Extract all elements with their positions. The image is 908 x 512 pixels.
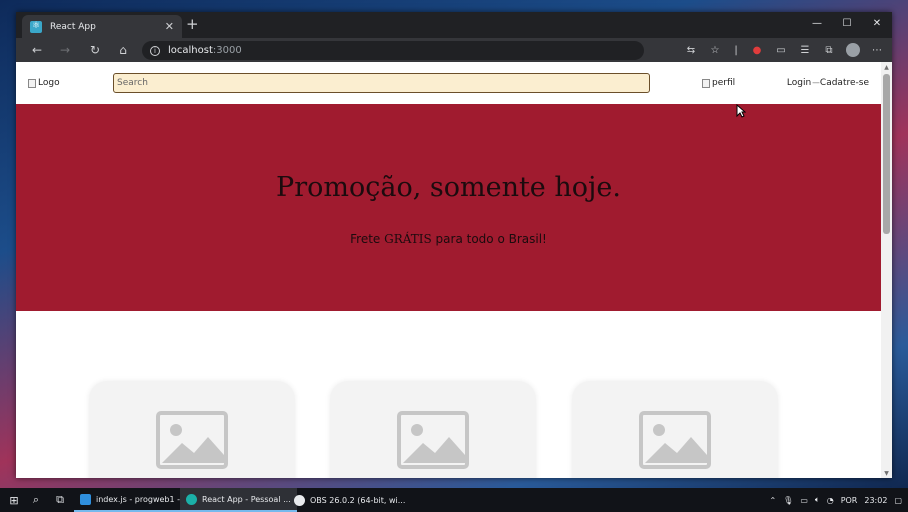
broken-image-icon bbox=[28, 78, 36, 88]
extension-record-icon[interactable]: ● bbox=[750, 41, 764, 59]
extension-icon[interactable]: ▭ bbox=[774, 41, 788, 59]
taskbar-app-label: React App - Pessoal ... bbox=[202, 494, 291, 504]
profile-image[interactable]: perfil bbox=[702, 78, 735, 88]
toolbar-right-icons: ⇆ ☆ | ● ▭ ☰ ⧉ ⋯ bbox=[684, 41, 884, 59]
network-icon[interactable]: ◔ bbox=[827, 496, 834, 505]
close-tab-icon[interactable]: ✕ bbox=[165, 21, 174, 32]
favorites-list-icon[interactable]: ☰ bbox=[798, 41, 812, 59]
logo[interactable]: Logo bbox=[28, 78, 60, 88]
scroll-up-icon[interactable]: ▲ bbox=[881, 62, 892, 72]
reload-icon[interactable]: ↻ bbox=[86, 41, 104, 59]
home-icon[interactable]: ⌂ bbox=[114, 41, 132, 59]
image-placeholder-icon bbox=[156, 411, 228, 469]
more-menu-icon[interactable]: ⋯ bbox=[870, 41, 884, 59]
translate-icon[interactable]: ⇆ bbox=[684, 41, 698, 59]
image-placeholder-icon bbox=[639, 411, 711, 469]
auth-separator: --- bbox=[812, 78, 820, 88]
scroll-thumb[interactable] bbox=[883, 74, 890, 234]
scroll-down-icon[interactable]: ▼ bbox=[881, 468, 892, 478]
promo-emphasis: GRÁTIS bbox=[384, 232, 432, 246]
task-view-icon[interactable]: ⧉ bbox=[52, 492, 68, 508]
mouse-cursor-icon bbox=[736, 104, 746, 118]
address-bar[interactable]: i localhost:3000 bbox=[142, 41, 644, 60]
taskbar: ⊞ ⌕ ⧉ index.js - progweb1 - ... React Ap… bbox=[0, 488, 908, 512]
volume-icon[interactable]: 🔈︎ bbox=[815, 495, 820, 505]
product-card[interactable] bbox=[330, 381, 536, 478]
promo-banner: Promoção, somente hoje. Frete GRÁTIS par… bbox=[16, 104, 881, 311]
promo-subtitle: Frete GRÁTIS para todo o Brasil! bbox=[350, 232, 547, 246]
product-card[interactable] bbox=[572, 381, 778, 478]
search-icon[interactable]: ⌕ bbox=[28, 492, 44, 508]
forward-icon[interactable]: → bbox=[56, 41, 74, 59]
battery-icon[interactable]: ▭ bbox=[800, 496, 808, 505]
url-text: localhost:3000 bbox=[168, 45, 242, 56]
favorite-star-icon[interactable]: ☆ bbox=[708, 41, 722, 59]
clock[interactable]: 23:02 bbox=[864, 496, 887, 505]
image-placeholder-icon bbox=[397, 411, 469, 469]
browser-titlebar: ⚛ React App ✕ + — ☐ ✕ bbox=[16, 12, 892, 38]
taskbar-app-label: OBS 26.0.2 (64-bit, wi... bbox=[310, 495, 406, 505]
page-viewport: Logo perfil Login --- Cadatre-se Promoçã… bbox=[16, 62, 892, 478]
windows-start-icon[interactable]: ⊞ bbox=[6, 492, 22, 508]
profile-icon[interactable] bbox=[846, 41, 860, 59]
product-card[interactable] bbox=[89, 381, 295, 478]
info-icon[interactable]: i bbox=[150, 45, 160, 56]
edge-icon bbox=[186, 493, 197, 505]
promo-title: Promoção, somente hoje. bbox=[276, 172, 621, 203]
minimize-button[interactable]: — bbox=[802, 12, 832, 34]
new-tab-button[interactable]: + bbox=[186, 17, 199, 32]
auth-links: Login --- Cadatre-se bbox=[787, 78, 869, 88]
browser-toolbar: ← → ↻ ⌂ i localhost:3000 ⇆ ☆ | ● ▭ ☰ ⧉ ⋯ bbox=[16, 38, 892, 62]
microphone-icon[interactable]: 🎙︎ bbox=[783, 496, 793, 505]
obs-icon bbox=[294, 494, 305, 506]
taskbar-app-label: index.js - progweb1 - ... bbox=[96, 494, 191, 504]
logo-alt-text: Logo bbox=[38, 78, 60, 88]
tab-title: React App bbox=[50, 21, 96, 32]
language-indicator[interactable]: POR bbox=[841, 496, 858, 505]
taskbar-app-edge[interactable]: React App - Pessoal ... bbox=[180, 488, 297, 512]
signup-link[interactable]: Cadatre-se bbox=[820, 78, 869, 88]
back-icon[interactable]: ← bbox=[28, 41, 46, 59]
notifications-icon[interactable]: ▢ bbox=[894, 496, 902, 505]
page-scrollbar[interactable]: ▲ ▼ bbox=[881, 62, 892, 478]
system-tray: ⌃ 🎙︎ ▭ 🔈︎ ◔ POR 23:02 ▢ bbox=[769, 488, 902, 512]
close-window-button[interactable]: ✕ bbox=[862, 12, 892, 34]
maximize-button[interactable]: ☐ bbox=[832, 12, 862, 34]
vscode-icon bbox=[80, 493, 91, 505]
login-link[interactable]: Login bbox=[787, 78, 811, 88]
window-controls: — ☐ ✕ bbox=[802, 12, 892, 34]
search-input[interactable] bbox=[113, 73, 650, 93]
product-cards bbox=[16, 311, 881, 478]
browser-tab[interactable]: ⚛ React App ✕ bbox=[22, 15, 182, 38]
collections-icon[interactable]: ⧉ bbox=[822, 41, 836, 59]
react-icon: ⚛ bbox=[30, 20, 42, 33]
site-header: Logo perfil Login --- Cadatre-se bbox=[16, 62, 881, 104]
toolbar-divider: | bbox=[734, 44, 738, 56]
profile-alt-text: perfil bbox=[712, 78, 736, 88]
broken-image-icon bbox=[702, 78, 710, 88]
chevron-up-icon[interactable]: ⌃ bbox=[769, 496, 776, 505]
taskbar-app-vscode[interactable]: index.js - progweb1 - ... bbox=[74, 488, 197, 512]
taskbar-app-obs[interactable]: OBS 26.0.2 (64-bit, wi... bbox=[288, 488, 411, 512]
browser-window: ⚛ React App ✕ + — ☐ ✕ ← → ↻ ⌂ i localhos… bbox=[16, 12, 892, 478]
